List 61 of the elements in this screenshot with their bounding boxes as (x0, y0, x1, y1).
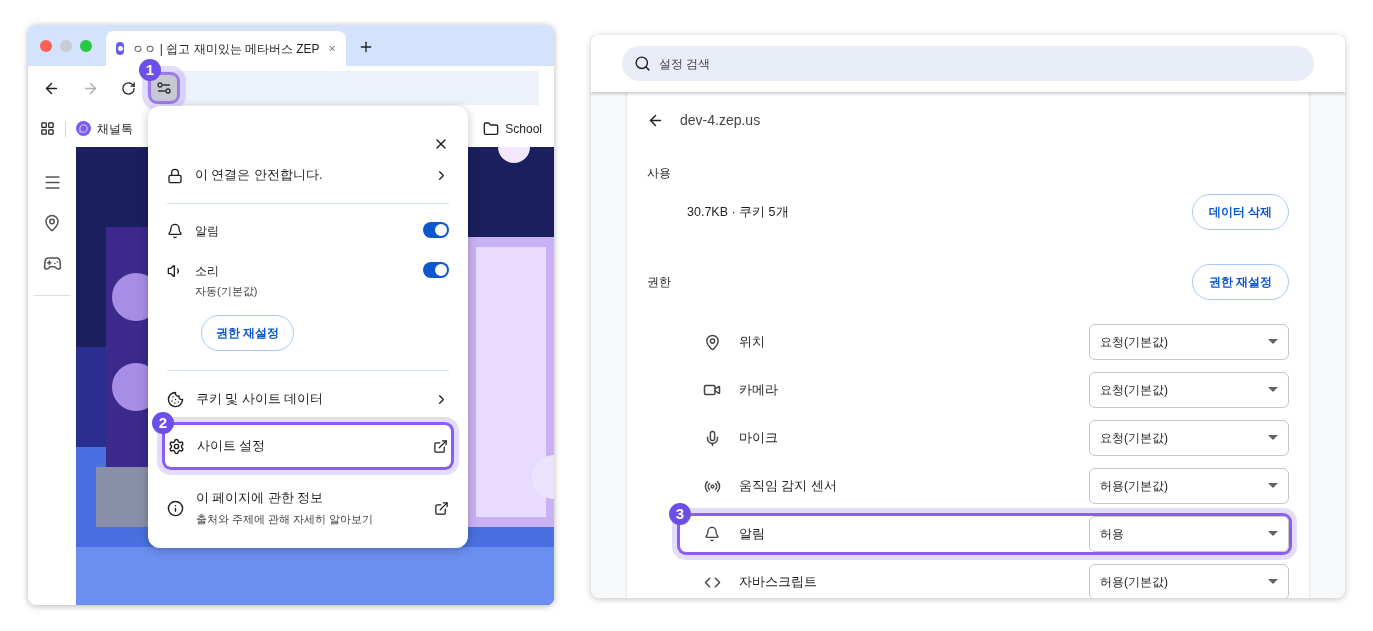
location-pin-icon[interactable] (43, 214, 61, 232)
permission-label: 위치 (739, 333, 765, 351)
gamepad-icon[interactable] (42, 254, 62, 273)
external-link-icon (434, 500, 449, 516)
permission-dropdown[interactable]: 허용(기본값) (1089, 468, 1289, 504)
search-icon (634, 55, 651, 72)
location-pin-icon (703, 333, 721, 351)
menu-item-sublabel: 출처와 주제에 관해 자세히 알아보기 (196, 511, 374, 527)
permission-label: 자바스크립트 (739, 573, 817, 591)
search-field[interactable]: 설정 검색 (622, 46, 1314, 81)
permission-label: 알림 (195, 223, 219, 240)
menu-item-label: 이 페이지에 관한 정보 (196, 489, 325, 507)
permission-dropdown[interactable]: 허용 (1089, 516, 1289, 552)
permission-sublabel: 자동(기본값) (195, 284, 258, 299)
permission-label: 마이크 (739, 429, 778, 447)
settings-icon (168, 437, 185, 455)
tune-icon (157, 82, 171, 94)
cookie-icon (167, 390, 184, 408)
site-info-button[interactable] (151, 75, 177, 101)
caret-icon (1268, 579, 1278, 585)
caret-icon (1268, 339, 1278, 345)
popup-menu-item[interactable]: 이 페이지에 관한 정보 출처와 주제에 관해 자세히 알아보기 (167, 483, 449, 533)
permission-dropdown[interactable]: 허용(기본값) (1089, 564, 1289, 598)
bell-icon (704, 526, 720, 542)
reload-icon[interactable] (121, 80, 136, 96)
permission-dropdown[interactable]: 요청(기본값) (1089, 420, 1289, 456)
connection-row[interactable]: 이 연결은 안전합니다. (167, 154, 449, 197)
permission-label: 카메라 (739, 381, 778, 399)
lock-icon (167, 167, 183, 184)
permission-label: 알림 (739, 525, 765, 543)
tab-title: ㅇㅇ | 쉽고 재미있는 메타버스 ZEP (132, 40, 320, 58)
browser-tab[interactable]: ㅇㅇ | 쉽고 재미있는 메타버스 ZEP (106, 31, 346, 66)
external-link-icon (433, 438, 448, 454)
usage-summary: 30.7KB · 쿠키 5개 (687, 203, 789, 221)
permission-dropdown[interactable]: 요청(기본값) (1089, 324, 1289, 360)
permission-dropdown[interactable]: 요청(기본값) (1089, 372, 1289, 408)
info-icon (167, 499, 184, 517)
bookmark[interactable]: 채널톡 (76, 119, 133, 138)
step-badge: 2 (152, 412, 174, 434)
chat-logo-icon (76, 121, 91, 136)
toggle-switch[interactable] (423, 262, 449, 278)
section-heading: 권한 (647, 274, 671, 291)
folder-icon (483, 120, 500, 137)
site-title: dev-4.zep.us (680, 110, 761, 130)
section-heading: 사용 (647, 165, 672, 182)
bell-icon (167, 223, 183, 239)
caret-icon (1268, 483, 1278, 489)
permission-label: 움직임 감지 센서 (739, 477, 837, 495)
menu-item-label: 쿠키 및 사이트 데이터 (196, 390, 324, 408)
caret-icon (1268, 531, 1278, 537)
site-logo-icon (116, 42, 125, 55)
menu-icon[interactable] (42, 173, 62, 192)
menu-item-label: 사이트 설정 (197, 437, 266, 455)
toggle-switch[interactable] (423, 222, 449, 238)
caret-icon (1268, 435, 1278, 441)
apps-icon[interactable] (40, 121, 55, 136)
permission-label: 소리 (195, 263, 220, 280)
new-tab-icon[interactable] (358, 39, 374, 55)
step-badge: 3 (669, 503, 691, 525)
bookmark[interactable]: School (483, 119, 542, 138)
caret-icon (1268, 387, 1278, 393)
